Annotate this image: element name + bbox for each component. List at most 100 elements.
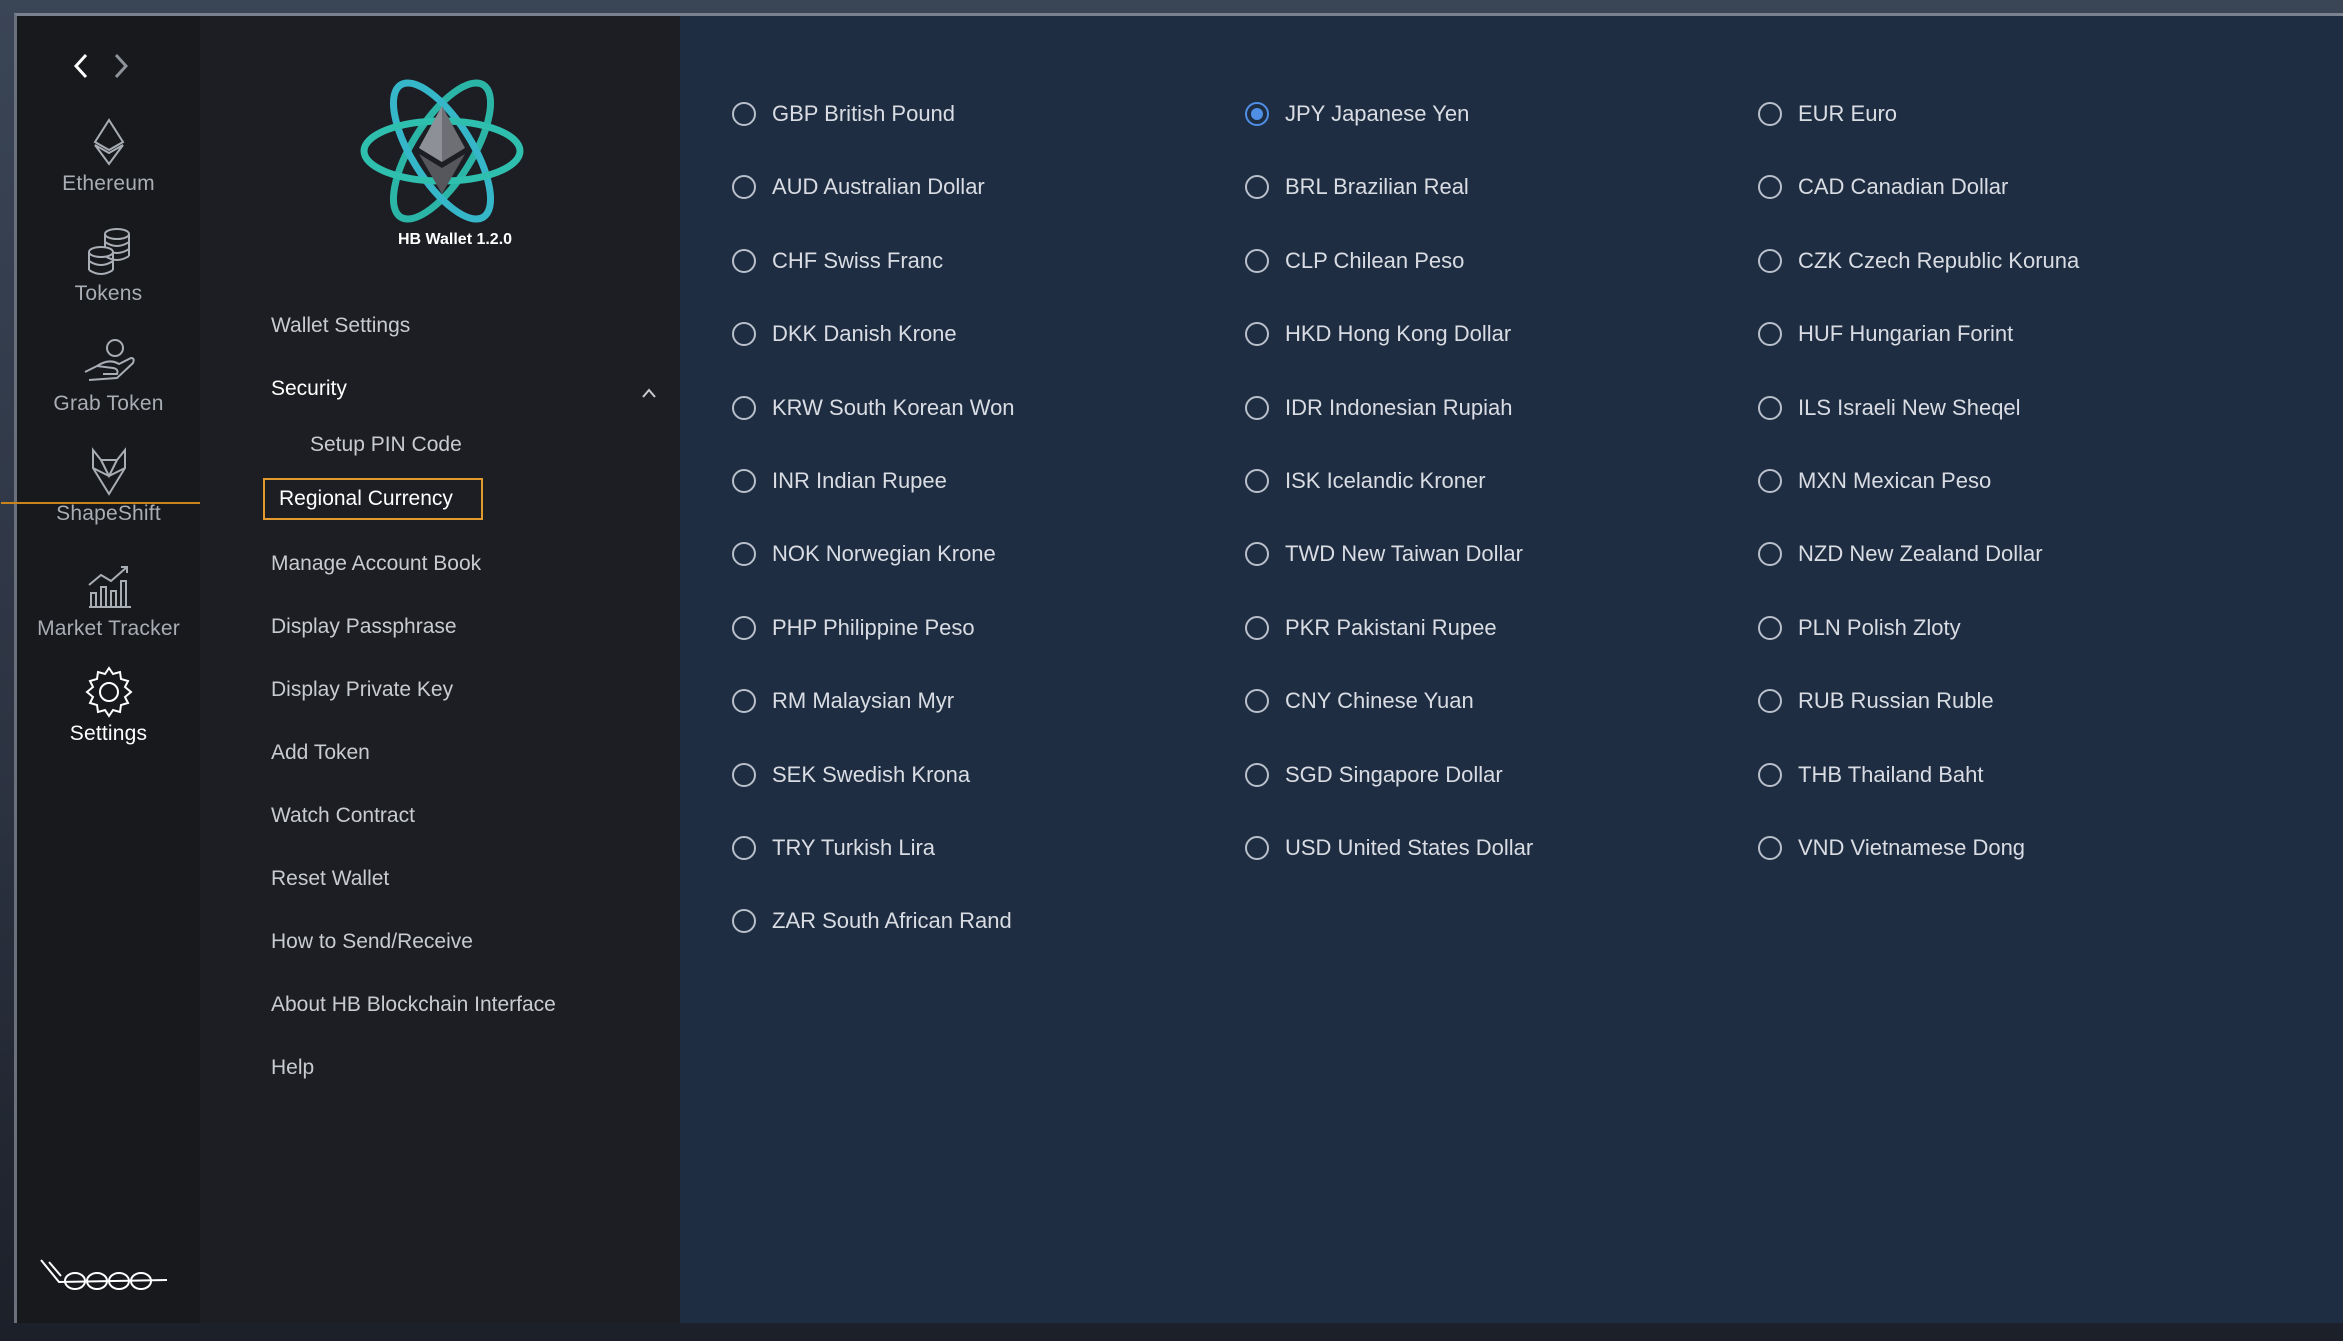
currency-option[interactable]: CHF Swiss Franc	[732, 248, 943, 274]
rail-item-ethereum[interactable]: Ethereum	[17, 116, 200, 196]
currency-option[interactable]: CAD Canadian Dollar	[1758, 174, 2008, 200]
hb-wallet-logo	[360, 79, 524, 223]
currency-label: CNY Chinese Yuan	[1285, 688, 1474, 714]
radio-button[interactable]	[1245, 542, 1269, 567]
currency-option[interactable]: CZK Czech Republic Koruna	[1758, 248, 2079, 274]
currency-label: IDR Indonesian Rupiah	[1285, 394, 1513, 420]
currency-option[interactable]: SEK Swedish Krona	[732, 762, 970, 788]
radio-button[interactable]	[1245, 248, 1269, 273]
menu-manage-account-book[interactable]: Manage Account Book	[271, 552, 481, 576]
currency-option[interactable]: SGD Singapore Dollar	[1245, 762, 1503, 788]
menu-wallet-settings[interactable]: Wallet Settings	[271, 314, 410, 338]
radio-button[interactable]	[732, 469, 756, 493]
menu-watch-contract[interactable]: Watch Contract	[271, 804, 415, 828]
radio-button[interactable]	[1758, 762, 1782, 787]
rail-item-shapeshift[interactable]: ShapeShift	[17, 446, 200, 526]
menu-about[interactable]: About HB Blockchain Interface	[271, 993, 556, 1017]
currency-label: USD United States Dollar	[1285, 835, 1534, 860]
menu-how-to-send-receive[interactable]: How to Send/Receive	[271, 930, 473, 954]
currency-option[interactable]: AUD Australian Dollar	[732, 174, 985, 200]
radio-button[interactable]	[732, 762, 756, 787]
currency-option[interactable]: ILS Israeli New Sheqel	[1758, 395, 2021, 421]
currency-option[interactable]: PHP Philippine Peso	[732, 615, 975, 641]
menu-add-token[interactable]: Add Token	[271, 741, 370, 765]
currency-label: HKD Hong Kong Dollar	[1285, 321, 1512, 347]
currency-option[interactable]: DKK Danish Krone	[732, 321, 957, 347]
rail-item-tokens[interactable]: Tokens	[17, 226, 200, 306]
currency-option[interactable]: MXN Mexican Peso	[1758, 468, 1991, 494]
radio-button[interactable]	[1245, 615, 1269, 640]
rail-item-market-tracker[interactable]: Market Tracker	[17, 561, 200, 641]
chevron-up-icon[interactable]	[640, 386, 658, 400]
currency-option[interactable]: HUF Hungarian Forint	[1758, 321, 2013, 347]
menu-regional-currency[interactable]: Regional Currency	[263, 478, 483, 520]
currency-option[interactable]: CNY Chinese Yuan	[1245, 688, 1474, 714]
radio-button[interactable]	[1245, 322, 1269, 347]
back-arrow-icon[interactable]	[72, 52, 90, 80]
currency-option[interactable]: RM Malaysian Myr	[732, 688, 954, 714]
radio-button[interactable]	[732, 102, 756, 126]
radio-button[interactable]	[732, 175, 756, 200]
currency-option[interactable]: KRW South Korean Won	[732, 395, 1015, 421]
radio-button[interactable]	[732, 836, 756, 860]
menu-security[interactable]: Security	[271, 377, 347, 401]
radio-button[interactable]	[1245, 469, 1269, 493]
radio-button[interactable]	[1245, 395, 1269, 420]
currency-option[interactable]: INR Indian Rupee	[732, 468, 947, 494]
radio-button[interactable]	[732, 615, 756, 640]
currency-label: PHP Philippine Peso	[772, 614, 975, 640]
menu-setup-pin-code[interactable]: Setup PIN Code	[310, 433, 462, 457]
radio-button[interactable]	[732, 542, 756, 567]
radio-button[interactable]	[1758, 175, 1782, 200]
currency-option[interactable]: HKD Hong Kong Dollar	[1245, 321, 1511, 347]
radio-button[interactable]	[732, 909, 756, 934]
forward-arrow-icon[interactable]	[112, 52, 130, 80]
radio-button[interactable]	[1245, 836, 1269, 860]
currency-label: AUD Australian Dollar	[772, 174, 985, 200]
rail-item-grab-token[interactable]: Grab Token	[17, 336, 200, 416]
rail-item-settings[interactable]: Settings	[17, 666, 200, 746]
radio-button[interactable]	[1245, 175, 1269, 200]
currency-option[interactable]: TWD New Taiwan Dollar	[1245, 541, 1523, 567]
radio-button[interactable]	[1758, 836, 1782, 860]
radio-button[interactable]	[1245, 689, 1269, 714]
currency-option[interactable]: TRY Turkish Lira	[732, 835, 935, 861]
radio-button[interactable]	[1758, 615, 1782, 640]
currency-option[interactable]: NZD New Zealand Dollar	[1758, 541, 2043, 567]
currency-option[interactable]: BRL Brazilian Real	[1245, 174, 1469, 200]
radio-button[interactable]	[1245, 762, 1269, 787]
currency-option[interactable]: THB Thailand Baht	[1758, 762, 1983, 788]
radio-button[interactable]	[732, 248, 756, 273]
currency-option[interactable]: VND Vietnamese Dong	[1758, 835, 2025, 861]
radio-button[interactable]	[1758, 395, 1782, 420]
radio-button[interactable]	[1758, 689, 1782, 714]
currency-option[interactable]: ZAR South African Rand	[732, 908, 1012, 934]
currency-option[interactable]: EUR Euro	[1758, 101, 1897, 127]
menu-help[interactable]: Help	[271, 1056, 314, 1080]
currency-label: PLN Polish Zloty	[1798, 614, 1961, 640]
radio-button[interactable]	[1758, 542, 1782, 567]
currency-option[interactable]: PLN Polish Zloty	[1758, 615, 1961, 641]
currency-option[interactable]: RUB Russian Ruble	[1758, 688, 1994, 714]
radio-button[interactable]	[1758, 248, 1782, 273]
currency-option[interactable]: ISK Icelandic Kroner	[1245, 468, 1486, 494]
radio-button[interactable]	[1758, 469, 1782, 493]
menu-display-private-key[interactable]: Display Private Key	[271, 678, 453, 702]
radio-button[interactable]	[1245, 102, 1269, 126]
rail-label: Tokens	[74, 282, 143, 305]
radio-button[interactable]	[1758, 102, 1782, 126]
currency-option[interactable]: CLP Chilean Peso	[1245, 248, 1464, 274]
menu-reset-wallet[interactable]: Reset Wallet	[271, 867, 389, 891]
currency-option[interactable]: IDR Indonesian Rupiah	[1245, 395, 1512, 421]
currency-option[interactable]: USD United States Dollar	[1245, 835, 1533, 861]
radio-button[interactable]	[732, 322, 756, 347]
currency-option[interactable]: JPY Japanese Yen	[1245, 101, 1469, 127]
radio-button[interactable]	[732, 395, 756, 420]
currency-option[interactable]: GBP British Pound	[732, 101, 955, 127]
radio-button[interactable]	[1758, 322, 1782, 347]
radio-button[interactable]	[732, 689, 756, 714]
currency-option[interactable]: PKR Pakistani Rupee	[1245, 615, 1497, 641]
currency-option[interactable]: NOK Norwegian Krone	[732, 541, 996, 567]
menu-display-passphrase[interactable]: Display Passphrase	[271, 615, 457, 639]
currency-label: ILS Israeli New Sheqel	[1798, 394, 2021, 420]
